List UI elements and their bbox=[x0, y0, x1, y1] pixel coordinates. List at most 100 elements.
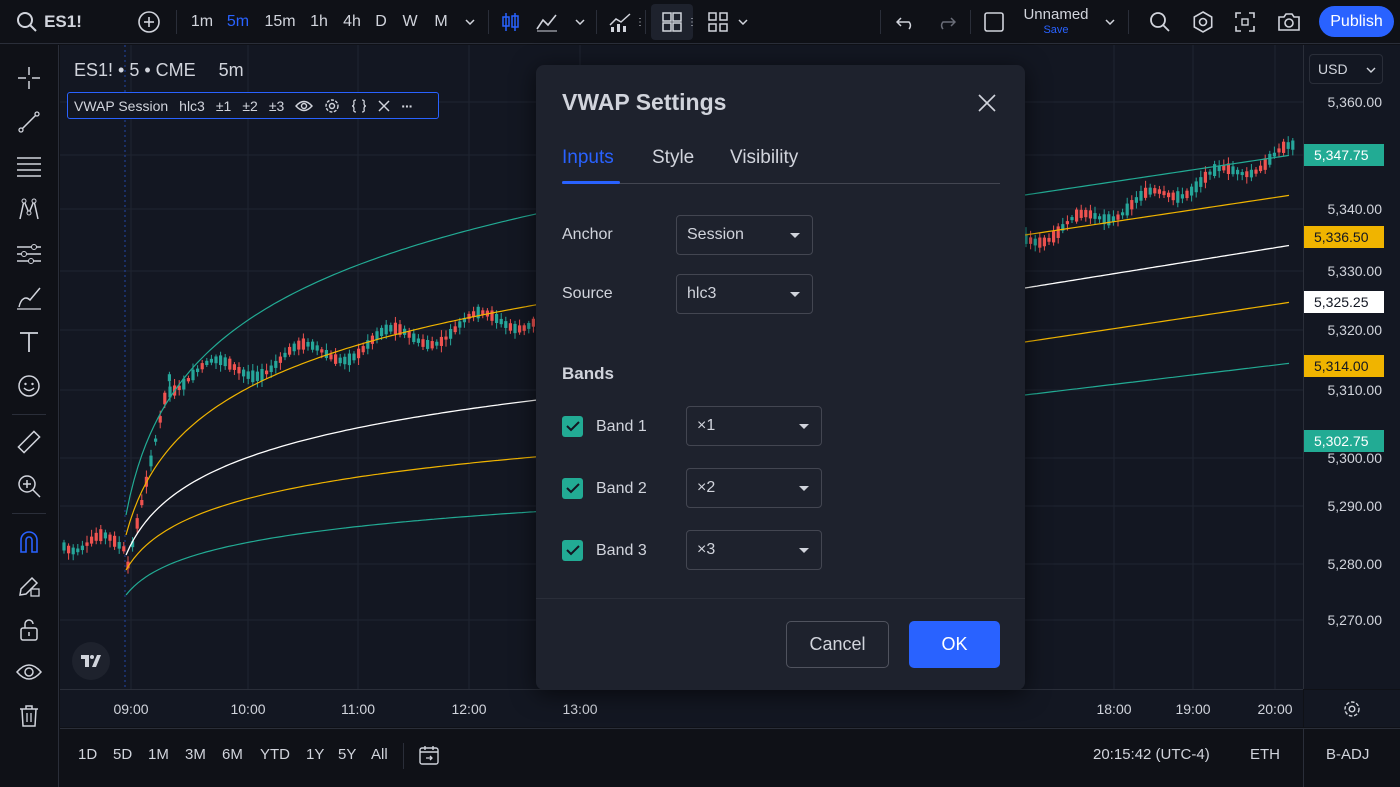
candle bbox=[1144, 187, 1148, 198]
plus-circle-icon bbox=[138, 11, 160, 33]
goto-date-button[interactable] bbox=[418, 744, 440, 771]
undo-button[interactable] bbox=[892, 0, 920, 44]
interval-15m[interactable]: 15m bbox=[262, 0, 298, 44]
indicator-settings-button[interactable] bbox=[324, 98, 340, 114]
indicator-more-button[interactable]: ··· bbox=[401, 98, 413, 114]
redo-button[interactable] bbox=[932, 0, 960, 44]
tab-visibility[interactable]: Visibility bbox=[730, 147, 798, 169]
templates-button[interactable] bbox=[605, 0, 635, 44]
currency-select[interactable]: USD bbox=[1309, 54, 1383, 84]
brush-tool[interactable] bbox=[10, 279, 48, 317]
layout-checkbox[interactable] bbox=[982, 0, 1006, 44]
interval-d[interactable]: D bbox=[372, 0, 390, 44]
range-1d[interactable]: 1D bbox=[78, 746, 97, 763]
indicator-source-code-button[interactable] bbox=[351, 98, 367, 113]
candle bbox=[232, 364, 236, 370]
candle bbox=[288, 346, 292, 355]
range-all[interactable]: All bbox=[371, 746, 388, 763]
band-2-checkbox[interactable] bbox=[562, 478, 583, 499]
interval-w[interactable]: W bbox=[399, 0, 421, 44]
active-tab-indicator bbox=[562, 181, 620, 184]
indicator-visibility-button[interactable] bbox=[295, 100, 314, 112]
tv-logo-icon bbox=[81, 655, 101, 667]
candle bbox=[495, 313, 499, 323]
interval-1m[interactable]: 1m bbox=[188, 0, 216, 44]
interval-m[interactable]: M bbox=[430, 0, 452, 44]
interval-1h[interactable]: 1h bbox=[306, 0, 332, 44]
chart-type-button[interactable] bbox=[498, 0, 524, 44]
band-1-checkbox[interactable] bbox=[562, 416, 583, 437]
interval-4h[interactable]: 4h bbox=[339, 0, 365, 44]
layout-dropdown-button[interactable] bbox=[1102, 0, 1118, 44]
price-scale[interactable]: USD 5,360.00 5,340.00 5,330.00 5,320.00 … bbox=[1303, 45, 1400, 689]
fullscreen-button[interactable] bbox=[1231, 0, 1259, 44]
tab-inputs[interactable]: Inputs bbox=[562, 147, 614, 169]
session-button[interactable]: ETH bbox=[1250, 746, 1280, 763]
multi-chart-dropdown-button[interactable] bbox=[736, 0, 750, 44]
range-6m[interactable]: 6M bbox=[222, 746, 243, 763]
band-3-checkbox[interactable] bbox=[562, 540, 583, 561]
snapshot-button[interactable] bbox=[1274, 0, 1304, 44]
candle bbox=[430, 341, 434, 349]
indicator-remove-button[interactable] bbox=[378, 99, 390, 112]
indicators-button[interactable] bbox=[534, 0, 560, 44]
adjustment-button[interactable]: B-ADJ bbox=[1326, 746, 1369, 763]
crosshair-tool[interactable] bbox=[10, 59, 48, 97]
range-1y[interactable]: 1Y bbox=[306, 746, 324, 763]
range-1m[interactable]: 1M bbox=[148, 746, 169, 763]
compare-symbol-button[interactable] bbox=[134, 0, 164, 44]
tradingview-logo[interactable] bbox=[72, 642, 110, 680]
clock-display[interactable]: 20:15:42 (UTC-4) bbox=[1093, 746, 1210, 763]
anchor-select[interactable]: Session bbox=[676, 215, 813, 255]
zoom-tool[interactable] bbox=[10, 467, 48, 505]
interval-5m[interactable]: 5m bbox=[224, 0, 252, 44]
lock-tool[interactable] bbox=[10, 611, 48, 649]
trend-line-tool[interactable] bbox=[10, 103, 48, 141]
candle bbox=[117, 542, 121, 549]
candle bbox=[1047, 237, 1051, 242]
source-select[interactable]: hlc3 bbox=[676, 274, 813, 314]
text-tool[interactable] bbox=[10, 323, 48, 361]
remove-drawings-tool[interactable] bbox=[10, 697, 48, 735]
layout-grid-icon bbox=[662, 12, 682, 32]
settings-button[interactable] bbox=[1189, 0, 1217, 44]
emoji-tool[interactable] bbox=[10, 367, 48, 405]
range-5d[interactable]: 5D bbox=[113, 746, 132, 763]
currency-label: USD bbox=[1318, 61, 1348, 77]
pattern-icon bbox=[19, 198, 39, 220]
fib-tool[interactable] bbox=[10, 147, 48, 185]
publish-button[interactable]: Publish bbox=[1319, 6, 1394, 37]
candle bbox=[1157, 189, 1161, 194]
indicator-legend[interactable]: VWAP Session hlc3 ±1 ±2 ±3 ··· bbox=[67, 92, 439, 119]
range-5y[interactable]: 5Y bbox=[338, 746, 356, 763]
chart-settings-button[interactable] bbox=[1304, 690, 1400, 727]
prediction-tool[interactable] bbox=[10, 235, 48, 273]
magnet-tool[interactable] bbox=[10, 523, 48, 561]
candle bbox=[338, 357, 342, 364]
hide-drawings-tool[interactable] bbox=[10, 653, 48, 691]
band-2-multiplier-select[interactable]: ×2 bbox=[686, 468, 822, 508]
range-3m[interactable]: 3M bbox=[185, 746, 206, 763]
layout-name-button[interactable]: Unnamed Save bbox=[1016, 6, 1096, 40]
range-ytd[interactable]: YTD bbox=[260, 746, 290, 763]
interval-dropdown-button[interactable] bbox=[462, 0, 478, 44]
candle bbox=[122, 546, 126, 552]
band-3-multiplier-select[interactable]: ×3 bbox=[686, 530, 822, 570]
indicators-dropdown-button[interactable] bbox=[572, 0, 588, 44]
tab-style[interactable]: Style bbox=[652, 147, 694, 169]
lock-drawings-tool[interactable] bbox=[10, 567, 48, 605]
close-button[interactable] bbox=[976, 92, 998, 114]
band-1-multiplier-select[interactable]: ×1 bbox=[686, 406, 822, 446]
candle bbox=[315, 345, 319, 351]
symbol-search-button[interactable]: ES1! bbox=[14, 0, 84, 44]
pattern-tool[interactable] bbox=[10, 191, 48, 229]
measure-tool[interactable] bbox=[10, 423, 48, 461]
candle bbox=[85, 542, 89, 546]
ok-button[interactable]: OK bbox=[909, 621, 1000, 668]
multi-chart-button[interactable] bbox=[705, 0, 731, 44]
quick-search-button[interactable] bbox=[1146, 0, 1174, 44]
candle bbox=[320, 349, 324, 353]
candle bbox=[1254, 169, 1258, 174]
cancel-button[interactable]: Cancel bbox=[786, 621, 889, 668]
time-scale[interactable]: 09:00 10:00 11:00 12:00 13:00 18:00 19:0… bbox=[60, 689, 1303, 727]
